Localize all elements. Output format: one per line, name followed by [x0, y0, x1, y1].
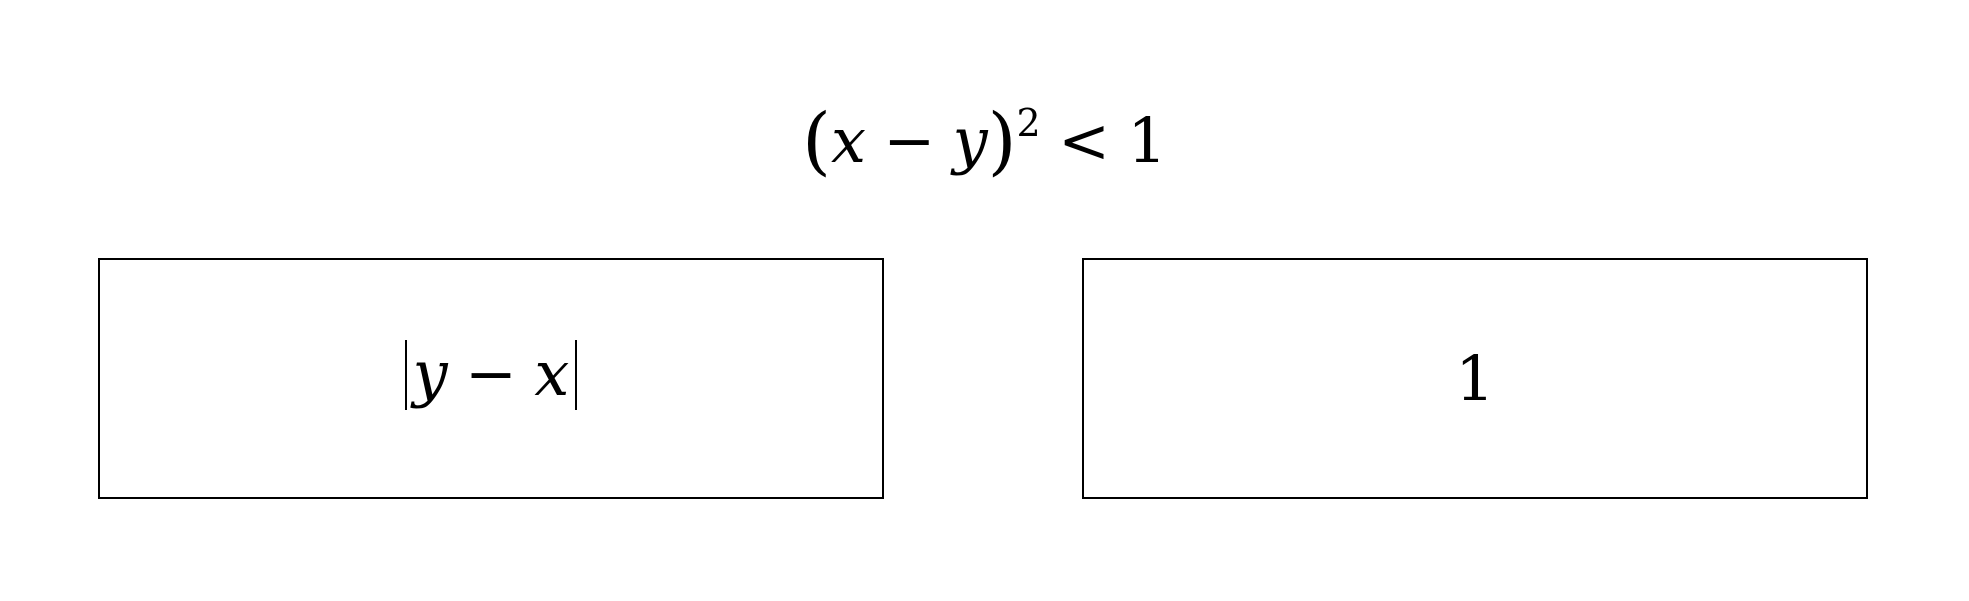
rhs-value: 1	[1127, 104, 1167, 177]
inequality-heading: (x − y)2 <1	[0, 92, 1969, 182]
less-than-sign: <	[1058, 104, 1111, 177]
exponent: 2	[1016, 101, 1041, 146]
minus-sign: −	[465, 337, 517, 411]
variable-x: x	[534, 337, 570, 411]
inequality-expression: (x − y)2 <1	[802, 100, 1167, 178]
variable-x: x	[831, 104, 866, 177]
close-paren: )	[987, 98, 1017, 184]
abs-bar-left	[404, 339, 407, 410]
abs-bar-right	[575, 339, 578, 410]
variable-y: y	[952, 104, 988, 177]
value-one: 1	[1455, 341, 1495, 415]
right-value-box: 1	[1082, 258, 1868, 499]
left-expression-box: y − x	[98, 258, 884, 499]
variable-y: y	[412, 337, 448, 411]
minus-sign: −	[883, 104, 936, 177]
absolute-value-expression: y − x	[399, 339, 584, 414]
open-paren: (	[802, 98, 831, 184]
